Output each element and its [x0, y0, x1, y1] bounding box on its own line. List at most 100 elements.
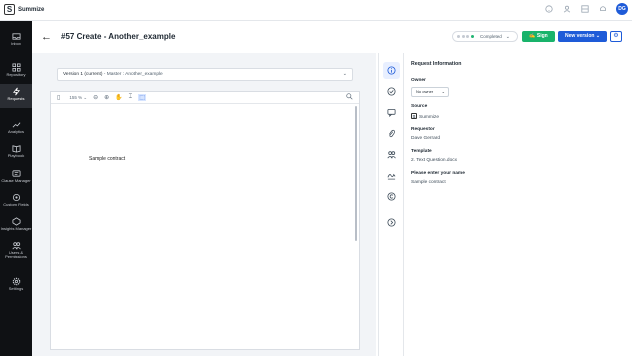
trend-icon: [12, 122, 20, 128]
sidebar-item-users-permissions[interactable]: Users & Permissions: [0, 238, 32, 270]
scrollbar[interactable]: [355, 106, 357, 241]
sidebar-item-analytics[interactable]: Analytics: [0, 117, 32, 141]
source-value: S Summize: [411, 113, 439, 120]
settings-button[interactable]: ⚙: [610, 31, 622, 42]
top-bar: S Summize DG: [0, 0, 632, 21]
info-icon[interactable]: [383, 62, 400, 79]
signature-icon: ✍: [529, 33, 537, 39]
chevron-down-icon: ⌄: [441, 89, 445, 94]
top-icons: DG: [544, 3, 628, 15]
panel-rail: [378, 53, 404, 356]
text-select-icon[interactable]: ⌶: [129, 94, 133, 101]
requestor-label: Requestor: [411, 127, 435, 132]
name-question-label: Please enter your name: [411, 171, 465, 176]
sidebar-item-label: Repository: [6, 72, 26, 77]
sidebar-item-clause-manager[interactable]: Clause Manager: [0, 166, 32, 190]
insights-icon: [11, 217, 21, 226]
avatar[interactable]: DG: [616, 3, 628, 15]
book-icon: [11, 145, 21, 153]
lightning-icon: [12, 87, 20, 96]
summize-logo-icon: S: [4, 4, 15, 15]
sidebar-item-playbook[interactable]: Playbook: [0, 141, 32, 165]
sidebar-item-requests[interactable]: Requests: [0, 84, 32, 108]
sidebar-item-repository[interactable]: Repository: [0, 60, 32, 84]
users-icon: [11, 242, 21, 250]
back-arrow-icon[interactable]: ←: [41, 31, 52, 43]
sidebar-item-label: Insights Manager: [0, 226, 32, 231]
sidebar-item-label: Settings: [8, 286, 24, 291]
zoom-out-icon[interactable]: ⊖: [93, 94, 98, 101]
status-dot-active-icon: [470, 35, 474, 38]
user-icon[interactable]: [562, 5, 571, 14]
sidebar-item-label: Clause Manager: [1, 178, 31, 183]
document-viewer: ▯ 155 % ⌄ ⊖ ⊕ ✋ ⌶ ⬚ Sample contract: [50, 91, 360, 350]
pan-hand-icon[interactable]: ✋: [115, 94, 122, 101]
sign-button-label: Sign: [536, 33, 548, 39]
panel-title: Request Information: [411, 61, 462, 67]
chevron-down-icon: ⌄: [505, 33, 510, 40]
version-current: Version 1 (current): [63, 72, 103, 77]
sidebar-item-custom-fields[interactable]: Custom Fields: [0, 190, 32, 214]
sidebar-item-label: Inbox: [11, 41, 21, 46]
sidebar-item-inbox[interactable]: Inbox: [0, 29, 32, 53]
apps-icon[interactable]: [580, 4, 589, 14]
sidebar-item-settings[interactable]: Settings: [0, 274, 32, 298]
request-information-panel: Request Information Owner No owner ⌄ Sou…: [411, 53, 626, 356]
search-icon[interactable]: [346, 93, 353, 102]
sidebar-item-label: Users & Permissions: [5, 250, 27, 259]
status-label: Completed: [480, 34, 502, 39]
source-name: Summize: [419, 115, 439, 120]
status-dot-icon: [466, 35, 469, 38]
requestor-value: Dave Gerrard: [411, 136, 441, 141]
attachment-icon[interactable]: [383, 125, 400, 142]
status-dot-icon: [461, 35, 465, 38]
signature-icon[interactable]: [383, 167, 400, 184]
zoom-in-icon[interactable]: ⊕: [104, 94, 109, 101]
chevron-right-circle-icon[interactable]: [383, 214, 400, 231]
template-label: Template: [411, 149, 432, 154]
settings-icon: ⚙: [613, 33, 619, 39]
fields-icon: [12, 193, 20, 202]
viewer-toolbar: ▯ 155 % ⌄ ⊖ ⊕ ✋ ⌶ ⬚: [51, 92, 359, 104]
check-circle-icon[interactable]: [383, 83, 400, 100]
chevron-down-icon: ⌄: [594, 33, 601, 39]
zoom-value: 155 %: [69, 94, 83, 100]
status-dot-icon: [457, 35, 460, 38]
app-logo[interactable]: S Summize: [4, 4, 44, 15]
owner-value: No owner: [416, 89, 434, 94]
users-icon[interactable]: [383, 146, 400, 163]
grid-icon: [11, 63, 21, 72]
chevron-down-icon: ⌄: [342, 71, 347, 77]
sidebar: Inbox Repository Requests Analytics Play…: [0, 21, 32, 356]
summize-logo-icon: S: [411, 113, 417, 119]
document-text: Sample contract: [89, 156, 126, 162]
owner-label: Owner: [411, 78, 426, 83]
sign-button[interactable]: ✍ Sign: [522, 31, 555, 42]
version-select[interactable]: Version 1 (current) - Master : Another_e…: [57, 68, 353, 81]
page-header: ← #57 Create - Another_example Completed…: [32, 21, 632, 53]
notification-icon[interactable]: [598, 5, 607, 14]
sidebar-item-label: Playbook: [7, 153, 25, 158]
area-select-icon[interactable]: ⬚: [138, 94, 146, 101]
copyright-icon[interactable]: [383, 188, 400, 205]
sidebar-item-insights-manager[interactable]: Insights Manager: [0, 214, 32, 238]
help-icon[interactable]: [544, 4, 553, 14]
inbox-icon: [11, 33, 21, 40]
page-title: #57 Create - Another_example: [61, 32, 176, 41]
zoom-select[interactable]: 155 % ⌄: [69, 95, 87, 101]
owner-select[interactable]: No owner ⌄: [411, 87, 449, 97]
template-value: 2. Text Question.docx: [411, 158, 458, 163]
document-page[interactable]: Sample contract: [51, 104, 351, 349]
clause-icon: [11, 170, 21, 177]
app-name: Summize: [18, 6, 45, 13]
status-dropdown[interactable]: Completed ⌄: [452, 31, 518, 42]
comment-icon[interactable]: [383, 104, 400, 121]
new-version-label: New version: [564, 33, 595, 39]
gear-icon: [12, 277, 20, 286]
source-label: Source: [411, 104, 428, 109]
new-version-button[interactable]: New version ⌄: [558, 31, 607, 42]
version-description: - Master : Another_example: [102, 72, 163, 77]
sidebar-item-label: Requests: [7, 96, 25, 101]
sidebar-item-label: Analytics: [7, 129, 24, 134]
document-icon[interactable]: ▯: [57, 94, 60, 101]
